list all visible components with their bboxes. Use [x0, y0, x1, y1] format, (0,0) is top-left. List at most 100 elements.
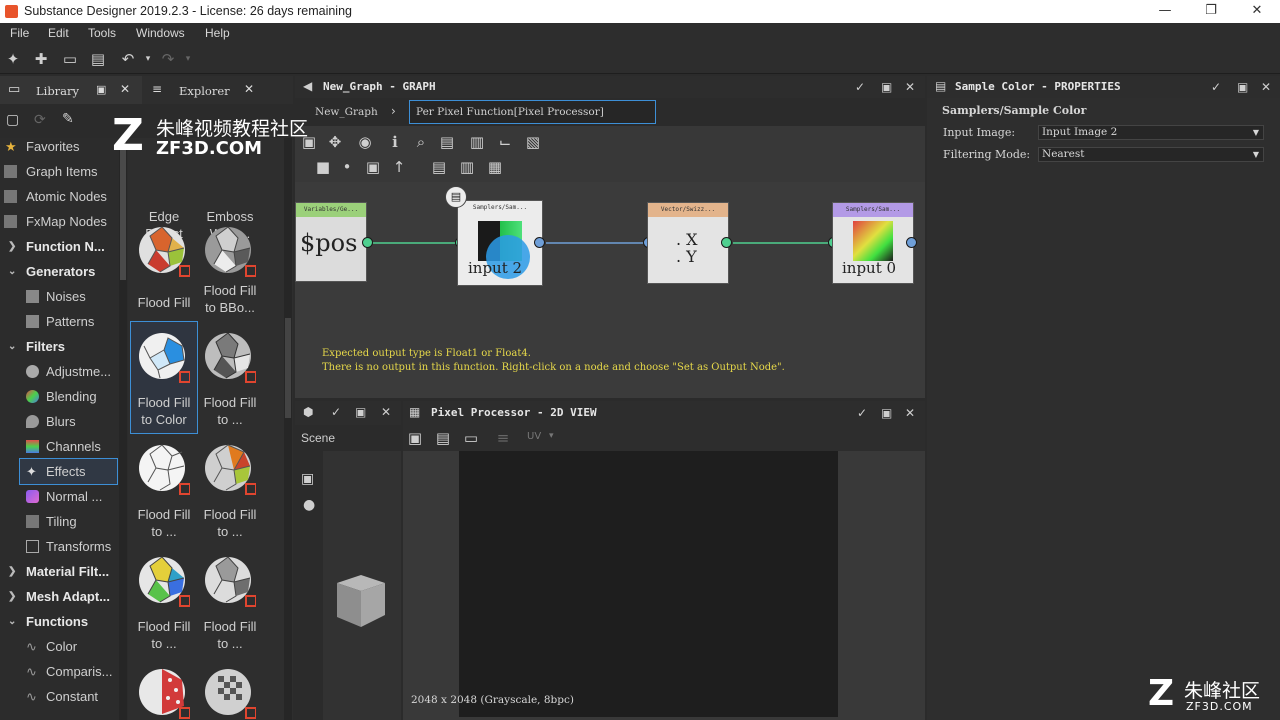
- tree-item-constant[interactable]: ∿ Constant: [0, 684, 128, 709]
- pin-icon[interactable]: ✓: [857, 406, 867, 420]
- tree-item-transforms[interactable]: Transforms: [0, 534, 128, 559]
- light-bulb-icon[interactable]: ●: [303, 497, 315, 513]
- float-panel-icon[interactable]: ▣: [881, 406, 892, 420]
- library-node-partial-1[interactable]: [138, 666, 191, 720]
- save-icon[interactable]: ▤: [90, 51, 106, 67]
- tree-item-effects[interactable]: ✦ Effects: [19, 458, 118, 485]
- close-panel-icon[interactable]: ✕: [1261, 80, 1271, 94]
- library-node-flood-fill-to-2[interactable]: Flood Fill to ...: [197, 322, 263, 434]
- pin-output[interactable]: [362, 237, 373, 248]
- add-library-icon[interactable]: ▢: [6, 112, 19, 128]
- tree-item-normal-map[interactable]: Normal ...: [0, 484, 128, 509]
- menu-windows[interactable]: Windows: [136, 26, 185, 40]
- align-icon[interactable]: ▤: [439, 134, 455, 150]
- tree-item-channels[interactable]: Channels: [0, 434, 128, 459]
- tree-item-function-nodes[interactable]: ❯ Function N...: [0, 234, 128, 259]
- dot-icon[interactable]: •: [339, 159, 355, 175]
- uv-toggle[interactable]: UV: [527, 431, 541, 442]
- library-node-partial-2[interactable]: [204, 666, 257, 720]
- close-panel-icon[interactable]: ✕: [905, 406, 915, 420]
- close-tab-icon[interactable]: ✕: [244, 82, 254, 96]
- pencil-icon[interactable]: ✎: [62, 111, 74, 127]
- chevron-down-icon[interactable]: ▾: [549, 431, 554, 441]
- library-node-flood-fill-to-3[interactable]: Flood Fill to ...: [131, 434, 197, 546]
- float-panel-icon[interactable]: ▣: [881, 80, 892, 94]
- tree-item-functions[interactable]: ⌄ Functions: [0, 609, 128, 634]
- library-node-flood-fill-to-5[interactable]: Flood Fill to ...: [131, 546, 197, 658]
- menu-file[interactable]: File: [10, 26, 29, 40]
- float-panel-icon[interactable]: ▣: [96, 83, 106, 96]
- library-node-flood-fill-to-color[interactable]: Flood Fill to Color: [130, 321, 198, 434]
- pin-node-icon[interactable]: ↑: [391, 159, 407, 175]
- pin-output[interactable]: [906, 237, 917, 248]
- new-package-icon[interactable]: ✦: [5, 51, 21, 67]
- tree-item-noises[interactable]: Noises: [0, 284, 128, 309]
- pin-output[interactable]: [534, 237, 545, 248]
- channels-icon[interactable]: ≡: [495, 430, 511, 446]
- tree-item-fxmap-nodes[interactable]: FxMap Nodes: [0, 209, 128, 234]
- tree-item-atomic-nodes[interactable]: Atomic Nodes: [0, 184, 128, 209]
- redo-dropdown-icon[interactable]: ▾: [180, 51, 196, 67]
- close-window-button[interactable]: ✕: [1234, 0, 1280, 23]
- maximize-button[interactable]: ❐: [1188, 0, 1234, 23]
- tree-item-comparison[interactable]: ∿ Comparis...: [0, 659, 128, 684]
- tree-item-favorites[interactable]: ★ Favorites: [0, 138, 128, 159]
- zoom-icon[interactable]: ⌕: [413, 134, 429, 150]
- menu-tools[interactable]: Tools: [88, 26, 116, 40]
- fit-view-icon[interactable]: ▣: [407, 430, 423, 446]
- output-node-icon[interactable]: ▤: [445, 186, 467, 208]
- tree-item-patterns[interactable]: Patterns: [0, 309, 128, 334]
- new-graph-icon[interactable]: ✚: [33, 51, 49, 67]
- pin-icon[interactable]: ✓: [855, 80, 865, 94]
- open-folder-icon[interactable]: ▭: [62, 51, 78, 67]
- close-tab-icon[interactable]: ✕: [120, 82, 130, 96]
- tree-item-blending[interactable]: Blending: [0, 384, 128, 409]
- breadcrumb-current[interactable]: Per Pixel Function[Pixel Processor]: [409, 100, 656, 124]
- pin-icon[interactable]: ✓: [331, 405, 341, 419]
- tree-item-generators[interactable]: ⌄ Generators: [0, 259, 128, 284]
- align-vertical-icon[interactable]: ▥: [459, 159, 475, 175]
- tree-item-material-filters[interactable]: ❯ Material Filt...: [0, 559, 128, 584]
- library-node-flood-fill-to-bbox[interactable]: Flood Fill to BBo...: [197, 216, 263, 328]
- tree-item-tiling[interactable]: Tiling: [0, 509, 128, 534]
- tree-item-adjustments[interactable]: Adjustme...: [0, 359, 128, 384]
- redo-icon[interactable]: ↷: [160, 51, 176, 67]
- tree-item-graph-items[interactable]: Graph Items: [0, 159, 128, 184]
- graph-canvas[interactable]: Variables/Ge... $pos Samplers/Sam... inp…: [295, 182, 925, 398]
- library-node-flood-fill[interactable]: Flood Fill: [131, 216, 197, 328]
- connect-icon[interactable]: ⌙: [497, 134, 513, 150]
- filtering-mode-select[interactable]: Nearest ▼: [1038, 147, 1264, 162]
- camera-icon[interactable]: ◉: [357, 134, 373, 150]
- tab-explorer[interactable]: ≡ Explorer ✕: [144, 76, 268, 104]
- crop-icon[interactable]: ▧: [525, 134, 541, 150]
- refresh-icon[interactable]: ⟳: [34, 112, 46, 128]
- node-sample-color[interactable]: Samplers/Sam... input 2: [457, 200, 543, 286]
- float-panel-icon[interactable]: ▣: [355, 405, 366, 419]
- frame-node-icon[interactable]: ▣: [365, 159, 381, 175]
- node-swizzle[interactable]: Vector/Swizz... . X . Y: [647, 202, 729, 284]
- tree-item-filters[interactable]: ⌄ Filters: [0, 334, 128, 359]
- thumbnails-scrollbar[interactable]: [284, 138, 292, 720]
- tree-scrollbar[interactable]: [119, 138, 127, 720]
- camera-icon[interactable]: ▣: [301, 471, 314, 487]
- info-icon[interactable]: ℹ: [387, 134, 403, 150]
- close-panel-icon[interactable]: ✕: [381, 405, 391, 419]
- distribute-icon[interactable]: ▥: [469, 134, 485, 150]
- tree-item-color[interactable]: ∿ Color: [0, 634, 128, 659]
- library-node-flood-fill-to-4[interactable]: Flood Fill to ...: [197, 434, 263, 546]
- tab-library[interactable]: ▭ Library ▣ ✕: [0, 76, 142, 104]
- minimize-button[interactable]: —: [1142, 0, 1188, 23]
- menu-edit[interactable]: Edit: [48, 26, 69, 40]
- 2d-view-canvas[interactable]: [459, 451, 838, 717]
- snap-icon[interactable]: ▦: [487, 159, 503, 175]
- close-panel-icon[interactable]: ✕: [905, 80, 915, 94]
- pin-icon[interactable]: ✓: [1211, 80, 1221, 94]
- float-panel-icon[interactable]: ▣: [1237, 80, 1248, 94]
- node-position[interactable]: Variables/Ge... $pos: [295, 202, 367, 282]
- scene-label[interactable]: Scene: [301, 431, 335, 445]
- pin-output[interactable]: [721, 237, 732, 248]
- undo-icon[interactable]: ↶: [120, 51, 136, 67]
- save-image-icon[interactable]: ▤: [435, 430, 451, 446]
- align-horizontal-icon[interactable]: ▤: [431, 159, 447, 175]
- library-node-flood-fill-to-6[interactable]: Flood Fill to ...: [197, 546, 263, 658]
